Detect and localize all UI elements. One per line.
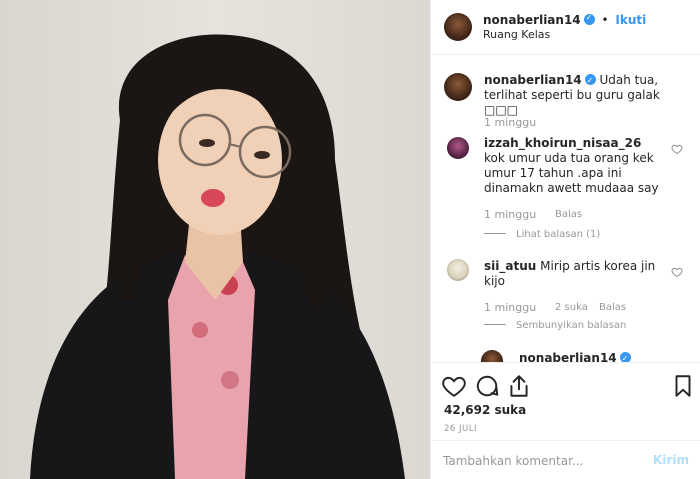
author-line: nonaberlian14 • Ikuti [483,13,646,27]
comment-icon[interactable] [474,373,500,399]
caption-text: nonaberlian14 Udah tua, terlihat seperti… [484,73,684,118]
comment-like-icon[interactable] [671,143,683,155]
bookmark-icon[interactable] [670,373,696,399]
comment-like-icon[interactable] [671,266,683,278]
comment-avatar[interactable] [447,259,469,281]
reply-button[interactable]: Balas [599,302,626,313]
post-photo[interactable] [0,0,430,479]
comment-likes-count[interactable]: 2 suka [555,302,588,313]
author-username[interactable]: nonaberlian14 [483,13,581,27]
comment-body: kok umur uda tua orang kek umur 17 tahun… [484,151,659,195]
caption-username[interactable]: nonaberlian14 [484,73,582,87]
comment-avatar[interactable] [447,137,469,159]
view-replies-label: Lihat balasan (1) [516,229,601,240]
verified-badge-icon [619,351,631,362]
comment-input[interactable] [443,451,643,471]
post-header: nonaberlian14 • Ikuti Ruang Kelas [431,0,700,55]
likes-count[interactable]: 42,692 suka [444,403,526,417]
post-comment-button[interactable]: Kirim [653,453,689,467]
comment-username[interactable]: izzah_khoirun_nisaa_26 [484,136,641,150]
caption-avatar[interactable] [444,73,472,101]
comment-time[interactable]: 1 minggu [484,301,536,314]
location-link[interactable]: Ruang Kelas [483,28,550,41]
comment-text: sii_atuu Mirip artis korea jin kijo [484,259,664,289]
comment-username[interactable]: sii_atuu [484,259,536,273]
author-avatar[interactable] [444,13,472,41]
comment-composer: Kirim [431,440,700,479]
verified-badge-icon [584,73,596,88]
post-date[interactable]: 26 JULI [444,424,477,434]
caption-time[interactable]: 1 minggu [484,116,536,129]
separator-dot: • [601,13,609,27]
reply-avatar[interactable] [481,350,503,362]
share-icon[interactable] [506,373,532,399]
reply-username[interactable]: nonaberlian14 [519,351,617,362]
hide-replies-label: Sembunyikan balasan [516,320,627,331]
hide-replies-toggle[interactable]: Sembunyikan balasan [484,320,626,331]
reply-button[interactable]: Balas [555,209,582,220]
comments-list[interactable]: nonaberlian14 Udah tua, terlihat seperti… [431,56,700,362]
heart-icon[interactable] [441,373,467,399]
post-panel: nonaberlian14 • Ikuti Ruang Kelas nonabe… [430,0,700,479]
comment-text: izzah_khoirun_nisaa_26 kok umur uda tua … [484,136,664,196]
verified-badge-icon [583,13,595,25]
view-replies-toggle[interactable]: Lihat balasan (1) [484,229,600,240]
replies-line [484,324,506,325]
post-actions: 42,692 suka 26 JULI [431,362,700,440]
portrait-image [30,34,405,479]
follow-button[interactable]: Ikuti [615,13,646,27]
replies-line [484,233,506,234]
comment-time[interactable]: 1 minggu [484,208,536,221]
reply-text: nonaberlian14 [519,351,631,362]
